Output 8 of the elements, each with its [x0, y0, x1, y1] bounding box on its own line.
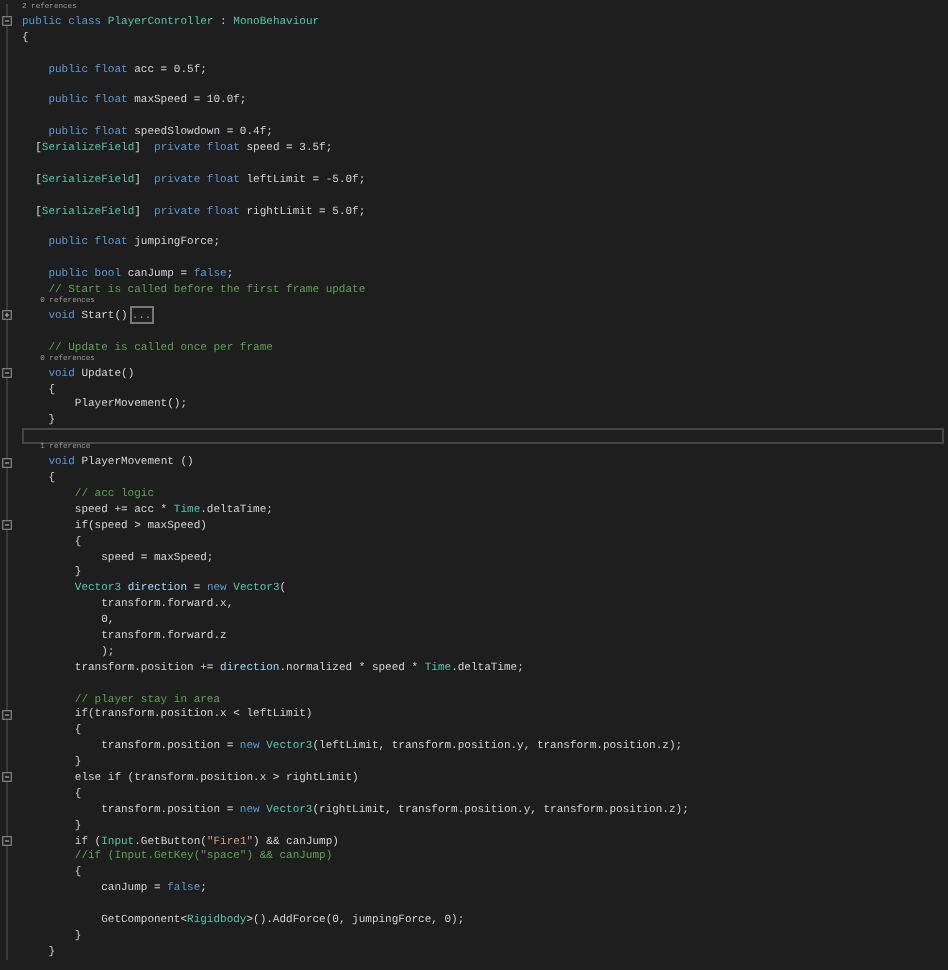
collapse-icon[interactable] — [2, 520, 12, 531]
collapse-icon[interactable] — [2, 709, 12, 720]
collapse-icon[interactable] — [2, 835, 12, 846]
expand-icon[interactable] — [2, 310, 12, 321]
collapse-icon[interactable] — [2, 772, 12, 783]
collapse-icon[interactable] — [2, 16, 12, 27]
collapse-icon[interactable] — [2, 368, 12, 379]
collapse-icon[interactable] — [2, 457, 12, 468]
